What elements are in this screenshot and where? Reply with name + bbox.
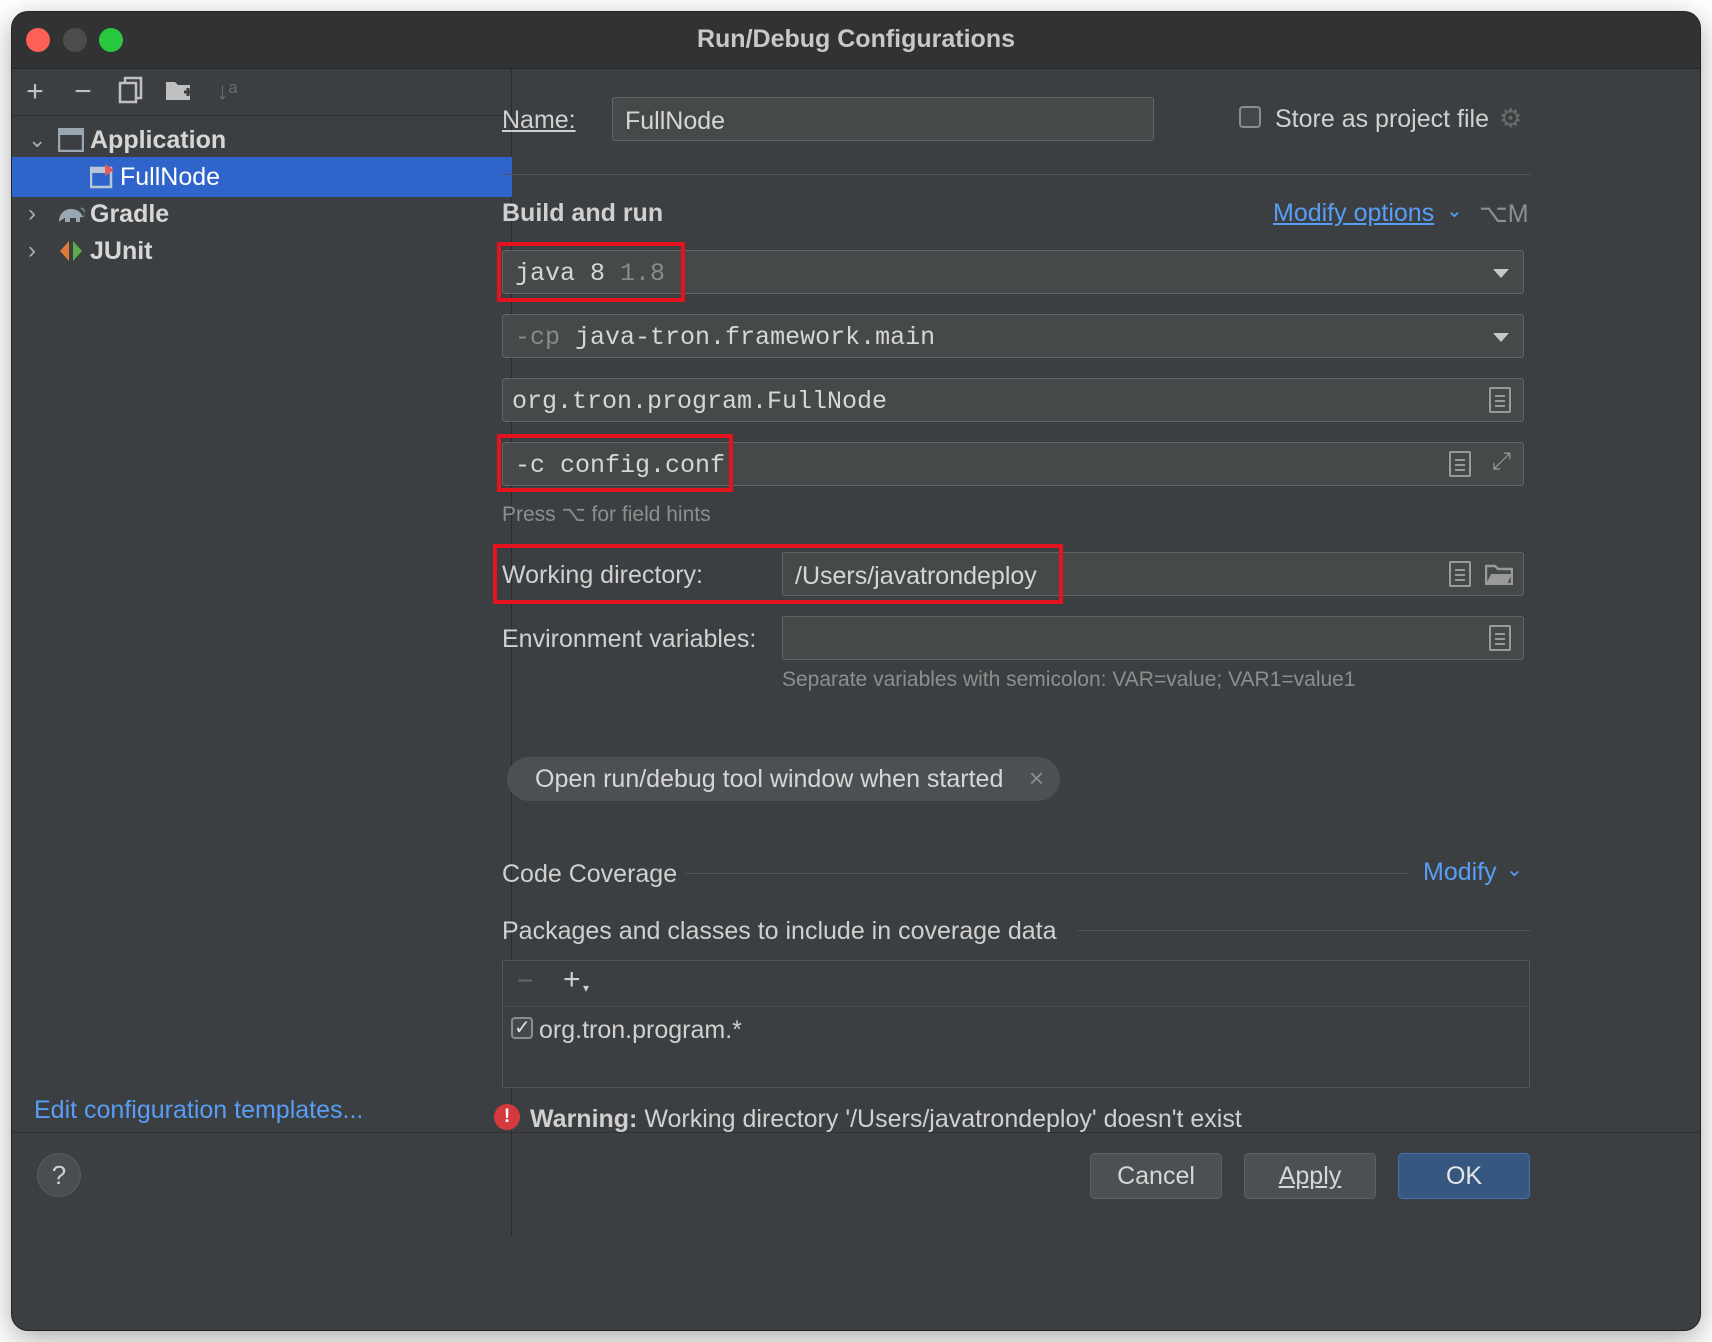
junit-icon (60, 241, 82, 261)
name-label: Name: (502, 106, 576, 134)
add-icon[interactable]: + (20, 76, 50, 108)
checkmark-icon: ✓ (514, 1017, 531, 1039)
chevron-down-icon[interactable]: ⌄ (1506, 857, 1523, 882)
chevron-down-icon: ▾ (583, 981, 590, 995)
coverage-modify-link[interactable]: Modify (1423, 858, 1497, 887)
classpath-module-select[interactable]: -cp java-tron.framework.main (502, 314, 1524, 358)
warning-message: Warning: Working directory '/Users/javat… (530, 1105, 1242, 1133)
sidebar-toolbar: + − ↓ᵃ (12, 70, 512, 116)
tree-item-label: FullNode (120, 163, 221, 191)
package-pattern: org.tron.program.* (539, 1016, 742, 1044)
packages-heading: Packages and classes to include in cover… (502, 917, 1057, 945)
chevron-right-icon[interactable]: › (28, 231, 36, 271)
help-button[interactable]: ? (37, 1153, 81, 1197)
add-icon[interactable]: + (563, 963, 581, 997)
dropdown-arrow-icon[interactable] (1493, 333, 1509, 342)
warning-icon: ! (494, 1104, 520, 1130)
apply-button[interactable]: Apply (1244, 1153, 1376, 1199)
jdk-name: java 8 (515, 259, 606, 288)
run-config-icon (90, 164, 114, 189)
tree-item-fullnode[interactable]: FullNode (12, 157, 512, 197)
modify-options-link[interactable]: Modify options (1273, 199, 1434, 228)
ok-button[interactable]: OK (1398, 1153, 1530, 1199)
divider (1078, 930, 1530, 931)
classpath-prefix: -cp (515, 323, 561, 352)
copy-configuration-icon[interactable] (116, 76, 146, 108)
close-icon[interactable]: × (1029, 763, 1044, 794)
expand-icon[interactable]: ⤢ (1492, 448, 1511, 476)
build-and-run-heading: Build and run (502, 199, 664, 227)
footer-divider (12, 1132, 1700, 1133)
environment-variables-label: Environment variables: (502, 625, 757, 653)
open-tool-window-option-chip[interactable]: Open run/debug tool window when started … (507, 757, 1060, 801)
tree-item-gradle[interactable]: › Gradle (12, 194, 512, 234)
code-coverage-heading: Code Coverage (502, 860, 678, 888)
environment-variables-hint: Separate variables with semicolon: VAR=v… (782, 668, 1356, 691)
field-hints-text: Press ⌥ for field hints (502, 503, 711, 526)
jdk-select[interactable]: java 8 1.8 (502, 250, 1524, 294)
package-checkbox[interactable]: ✓ (511, 1017, 533, 1039)
divider (503, 1006, 1529, 1007)
remove-icon[interactable]: − (68, 76, 98, 108)
program-arguments-input[interactable]: -c config.conf ⤢ (502, 442, 1524, 486)
tree-item-label: Application (90, 126, 227, 154)
cancel-button[interactable]: Cancel (1090, 1153, 1222, 1199)
working-directory-input[interactable]: /Users/javatrondeploy (782, 552, 1524, 596)
chevron-down-icon[interactable]: ⌄ (1446, 198, 1463, 223)
dropdown-arrow-icon[interactable] (1493, 269, 1509, 278)
title-bar: Run/Debug Configurations (12, 12, 1700, 69)
main-class-input[interactable]: org.tron.program.FullNode (502, 378, 1524, 422)
remove-icon[interactable]: − (517, 965, 533, 997)
chevron-right-icon[interactable]: › (28, 194, 36, 234)
jdk-version: 1.8 (620, 259, 666, 288)
tree-item-label: Gradle (90, 200, 170, 228)
gradle-elephant-icon (59, 207, 85, 222)
divider (502, 174, 1530, 175)
browse-icon[interactable] (1489, 625, 1511, 651)
dialog-window: Run/Debug Configurations + − ↓ᵃ ⌄ Applic… (12, 12, 1700, 1330)
divider (685, 873, 1409, 874)
configurations-sidebar: + − ↓ᵃ ⌄ Application FullNode › Gradle › (12, 70, 512, 1236)
browse-icon[interactable] (1489, 387, 1511, 413)
chevron-down-icon[interactable]: ⌄ (28, 120, 46, 160)
working-directory-label: Working directory: (502, 561, 703, 589)
window-title: Run/Debug Configurations (696, 25, 1016, 53)
modify-options-shortcut: ⌥M (1479, 200, 1529, 228)
macros-icon[interactable] (1449, 561, 1471, 587)
edit-configuration-templates-link[interactable]: Edit configuration templates... (34, 1096, 363, 1125)
tree-item-label: JUnit (90, 237, 153, 265)
folder-icon[interactable] (1485, 563, 1513, 585)
classpath-module: java-tron.framework.main (575, 323, 936, 352)
coverage-packages-list: − + ▾ ✓ org.tron.program.* (502, 960, 1530, 1088)
environment-variables-input[interactable] (782, 616, 1524, 660)
sort-icon[interactable]: ↓ᵃ (212, 76, 242, 108)
tree-item-junit[interactable]: › JUnit (12, 231, 512, 271)
tree-item-application[interactable]: ⌄ Application (12, 120, 512, 160)
gear-icon[interactable]: ⚙ (1499, 103, 1522, 134)
name-input[interactable]: FullNode (612, 97, 1154, 141)
application-icon (58, 128, 84, 152)
move-to-folder-icon[interactable] (164, 76, 194, 108)
store-as-project-file-label: Store as project file (1275, 105, 1489, 133)
macros-icon[interactable] (1449, 451, 1471, 477)
store-as-project-file-checkbox[interactable] (1239, 106, 1261, 128)
